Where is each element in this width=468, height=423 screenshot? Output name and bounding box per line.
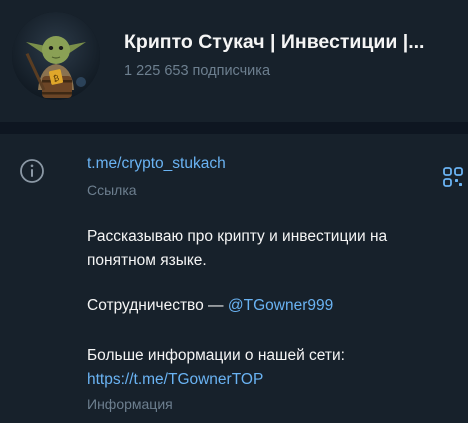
qr-code-icon[interactable] bbox=[443, 167, 463, 187]
channel-header: ₿ Крипто Стукач | Инвестиции |... 1 225 … bbox=[0, 0, 468, 122]
yoda-avatar-icon: ₿ bbox=[12, 12, 100, 100]
more-info-link[interactable]: https://t.me/TGownerTOP bbox=[87, 371, 263, 388]
cooperation-contact-link[interactable]: @TGowner999 bbox=[228, 297, 333, 314]
channel-avatar[interactable]: ₿ bbox=[12, 12, 100, 100]
more-info-label: Больше информации о нашей сети: bbox=[87, 347, 345, 364]
info-section: t.me/crypto_stukach Ссылка Рассказываю п… bbox=[0, 134, 468, 423]
description-text: Рассказываю про крипту и инвестиции на п… bbox=[87, 225, 447, 273]
channel-info-panel: ₿ Крипто Стукач | Инвестиции |... 1 225 … bbox=[0, 0, 468, 423]
channel-title: Крипто Стукач | Инвестиции |... bbox=[124, 31, 425, 53]
info-circle-icon bbox=[19, 158, 45, 184]
description-line-1: Рассказываю про крипту и инвестиции на bbox=[87, 228, 388, 245]
info-caption: Информация bbox=[87, 396, 173, 412]
cooperation-label: Сотрудничество — bbox=[87, 297, 224, 314]
link-caption: Ссылка bbox=[87, 182, 137, 198]
cooperation-line: Сотрудничество — @TGowner999 bbox=[87, 294, 447, 318]
description-line-2: понятном языке. bbox=[87, 252, 207, 269]
more-info-block: Больше информации о нашей сети: https://… bbox=[87, 344, 447, 392]
channel-link[interactable]: t.me/crypto_stukach bbox=[87, 155, 226, 173]
section-divider bbox=[0, 122, 468, 134]
subscriber-count: 1 225 653 подписчика bbox=[124, 63, 271, 79]
